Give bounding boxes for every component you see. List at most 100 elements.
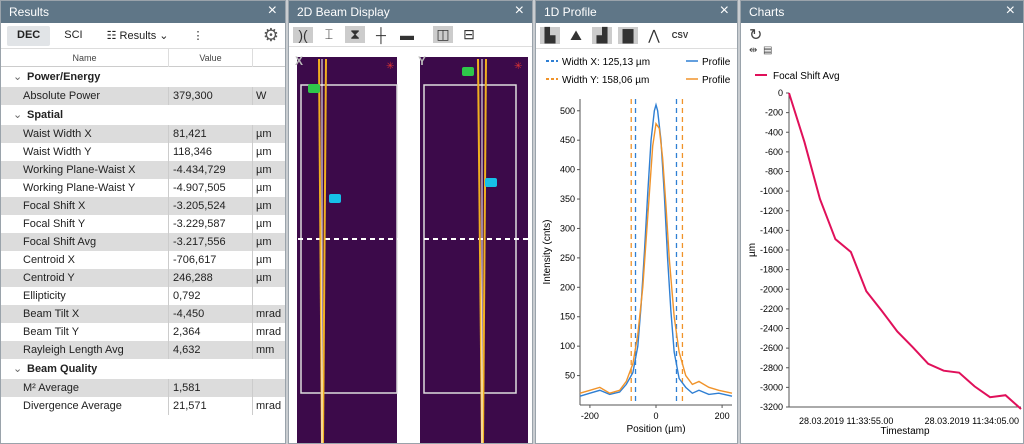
row-unit: W	[256, 90, 267, 102]
charts-titlebar: Charts ×	[741, 1, 1023, 23]
group-header[interactable]: ⌄ Spatial	[1, 105, 285, 125]
row-unit: mm	[256, 344, 275, 356]
row-unit	[253, 379, 283, 397]
close-icon[interactable]: ×	[720, 2, 729, 20]
dec-button[interactable]: DEC	[7, 25, 51, 46]
marker-cyan-y[interactable]	[485, 178, 497, 187]
split-horizontal-icon[interactable]: ⊟	[459, 26, 479, 43]
split-vertical-icon[interactable]: ◫	[433, 26, 453, 43]
row-unit: µm	[256, 146, 272, 158]
profile-chart-icon[interactable]: ▙	[540, 27, 560, 44]
row-name: Focal Shift Avg	[1, 233, 169, 251]
x-tick-label: 28.03.2019 11:33:55.00	[799, 416, 893, 426]
legend-profile-2: Profile	[702, 75, 731, 86]
table-row[interactable]: Centroid X -706,617 µm	[1, 251, 285, 269]
row-name: M² Average	[1, 379, 169, 397]
group-header[interactable]: ⌄ Power/Energy	[1, 67, 285, 87]
table-row[interactable]: Beam Tilt X -4,450 mrad	[1, 305, 285, 323]
table-row[interactable]: Centroid Y 246,288 µm	[1, 269, 285, 287]
line-icon[interactable]: ▬	[397, 27, 417, 43]
close-icon[interactable]: ×	[268, 2, 277, 20]
group-label: Beam Quality	[27, 363, 98, 375]
chevron-down-icon[interactable]: ⌄	[13, 359, 27, 379]
row-value: 1,581	[169, 379, 253, 397]
table-row[interactable]: Focal Shift Avg -3.217,556 µm	[1, 233, 285, 251]
peak-icon[interactable]: ⋀	[644, 27, 664, 44]
row-value: -4.907,505	[169, 179, 253, 197]
row-unit: mrad	[256, 326, 282, 338]
gear-icon[interactable]: ⚙	[263, 25, 279, 46]
table-row[interactable]: Waist Width X 81,421 µm	[1, 125, 285, 143]
table-row[interactable]: Ellipticity 0,792	[1, 287, 285, 305]
caustic-both-icon[interactable]: ⧗	[345, 26, 365, 43]
area-icon[interactable]: ▟	[592, 27, 612, 44]
row-value: -3.229,587	[169, 215, 253, 233]
table-row[interactable]: Beam Tilt Y 2,364 mrad	[1, 323, 285, 341]
gauss-fit-icon[interactable]: ⛰	[566, 27, 586, 44]
table-row[interactable]: Working Plane-Waist X -4.434,729 µm	[1, 161, 285, 179]
row-value: 0,792	[169, 287, 253, 305]
caustic-y-icon[interactable]: ⌶	[319, 26, 339, 43]
chevron-down-icon[interactable]: ⌄	[13, 105, 27, 125]
col-value: Value	[169, 48, 253, 67]
results-panel: Results × DEC SCI ☷ Results ⌄ ⋮ ⚙ Name V…	[0, 0, 286, 444]
row-name: Focal Shift X	[1, 197, 169, 215]
profile-chart[interactable]: Width X: 125,13 µm Width Y: 158,06 µm Pr…	[536, 49, 737, 444]
legend-width-y: Width Y: 158,06 µm	[562, 75, 649, 86]
table-row[interactable]: M² Average 1,581	[1, 379, 285, 397]
table-row[interactable]: Absolute Power 379,300 W	[1, 87, 285, 105]
row-unit: mrad	[256, 308, 282, 320]
x-tick-label: 0	[653, 411, 658, 421]
crosshair-y-icon: ✳	[514, 61, 522, 72]
fit-width-icon[interactable]: ⇹	[749, 45, 757, 56]
reset-icon[interactable]: ↻	[741, 23, 1023, 45]
marker-cyan-x[interactable]	[329, 194, 341, 203]
beam-display-title: 2D Beam Display	[297, 5, 390, 19]
chevron-down-icon[interactable]: ⌄	[13, 67, 27, 87]
table-row[interactable]: Waist Width Y 118,346 µm	[1, 143, 285, 161]
histogram-icon[interactable]: ▇	[618, 27, 638, 44]
table-row[interactable]: Focal Shift X -3.205,524 µm	[1, 197, 285, 215]
y-tick-label: 200	[560, 282, 575, 292]
crosshair-icon[interactable]: ┼	[371, 27, 391, 43]
y-tick-label: -2000	[760, 284, 783, 294]
row-name: Beam Tilt Y	[1, 323, 169, 341]
caustic-x-icon[interactable]: )(	[293, 26, 313, 43]
sci-button[interactable]: SCI	[54, 26, 92, 46]
y-tick-label: -1000	[760, 186, 783, 196]
close-icon[interactable]: ×	[515, 2, 524, 20]
beam-toolbar: )( ⌶ ⧗ ┼ ▬ ◫ ⊟	[289, 23, 532, 47]
y-tick-label: -3000	[760, 382, 783, 392]
y-tick-label: -2200	[760, 304, 783, 314]
more-icon[interactable]: ⋮	[182, 26, 213, 46]
y-tick-label: -2600	[760, 343, 783, 353]
focal-shift-chart[interactable]: Focal Shift Avg 0 -200 -400 -600 -800 -1000 -1…	[741, 63, 1023, 444]
row-unit: µm	[256, 218, 272, 230]
beam-display-canvas[interactable]: X Y ✳ ✳	[289, 47, 532, 444]
y-tick-label: 250	[560, 253, 575, 263]
table-row[interactable]: Rayleigh Length Avg 4,632 mm	[1, 341, 285, 359]
row-unit: µm	[256, 182, 272, 194]
marker-green-x[interactable]	[308, 84, 320, 93]
beam-view-y	[420, 57, 528, 443]
close-icon[interactable]: ×	[1006, 2, 1015, 20]
x-tick-label: -200	[581, 411, 599, 421]
row-name: Rayleigh Length Avg	[1, 341, 169, 359]
y-tick-label: -800	[765, 167, 783, 177]
row-unit: µm	[256, 128, 272, 140]
table-row[interactable]: Focal Shift Y -3.229,587 µm	[1, 215, 285, 233]
csv-icon[interactable]: ▤	[763, 45, 772, 56]
row-name: Focal Shift Y	[1, 215, 169, 233]
row-unit: mrad	[256, 400, 282, 412]
row-value: 246,288	[169, 269, 253, 287]
group-header[interactable]: ⌄ Beam Quality	[1, 359, 285, 379]
results-title: Results	[9, 5, 50, 19]
row-value: 81,421	[169, 125, 253, 143]
y-tick-label: 0	[778, 88, 783, 98]
row-value: -706,617	[169, 251, 253, 269]
results-menu-button[interactable]: ☷ Results ⌄	[97, 26, 179, 46]
marker-green-y[interactable]	[462, 67, 474, 76]
table-row[interactable]: Divergence Average 21,571 mrad	[1, 397, 285, 415]
csv-export-button[interactable]: CSV	[670, 31, 690, 40]
table-row[interactable]: Working Plane-Waist Y -4.907,505 µm	[1, 179, 285, 197]
